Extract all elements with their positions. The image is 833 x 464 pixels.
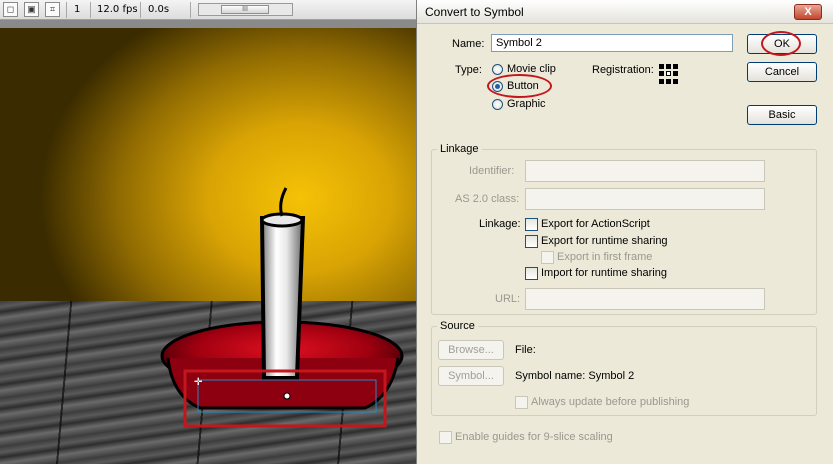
url-label: URL: (495, 293, 521, 305)
import-runtime-checkbox[interactable] (525, 267, 538, 280)
candle-artwork[interactable]: ✛ (0, 28, 416, 464)
graphic-label[interactable]: Graphic (507, 98, 546, 110)
timeline-toolbar: ◻ ▣ ⌗ 1 12.0 fps 0.0s III (0, 0, 416, 20)
export-runtime-checkbox[interactable] (525, 235, 538, 248)
edit-scene-icon[interactable]: ◻ (3, 2, 18, 17)
nine-slice-label: Enable guides for 9-slice scaling (455, 431, 613, 443)
export-first-frame-checkbox (541, 251, 554, 264)
reg-point[interactable] (666, 64, 671, 69)
timeline-strip (0, 20, 416, 28)
reg-point[interactable] (673, 71, 678, 77)
movie-clip-radio[interactable] (492, 64, 503, 75)
identifier-label: Identifier: (469, 165, 515, 177)
always-update-checkbox (515, 396, 528, 409)
dialog-titlebar[interactable]: Convert to Symbol X (417, 0, 833, 24)
as-class-field (525, 188, 765, 210)
identifier-field (525, 160, 765, 182)
convert-to-symbol-dialog: Convert to Symbol X Name: Symbol 2 Type:… (416, 0, 833, 464)
export-first-frame-label: Export in first frame (557, 251, 653, 263)
linkage-title: Linkage (437, 143, 482, 155)
annotation-circle-ok (761, 31, 801, 56)
file-label: File: (515, 344, 536, 356)
frame-rate: 12.0 fps (97, 4, 138, 15)
export-runtime-label[interactable]: Export for runtime sharing (541, 235, 668, 247)
timeline-scrollbar[interactable]: III (198, 3, 293, 16)
symbol-name-input[interactable]: Symbol 2 (491, 34, 733, 52)
edit-symbols-icon[interactable]: ▣ (24, 2, 39, 17)
export-actionscript-checkbox[interactable] (525, 218, 538, 231)
reg-point[interactable] (673, 64, 678, 69)
export-actionscript-label[interactable]: Export for ActionScript (541, 218, 650, 230)
reg-point[interactable] (659, 64, 664, 69)
always-update-label: Always update before publishing (531, 396, 690, 408)
reg-point[interactable] (659, 78, 664, 84)
registration-label: Registration: (592, 64, 654, 76)
nine-slice-checkbox (439, 431, 452, 444)
reg-point[interactable] (673, 78, 678, 84)
basic-button[interactable]: Basic (747, 105, 817, 125)
toolbar-divider (90, 2, 91, 18)
stage-canvas[interactable]: ✛ (0, 28, 416, 464)
source-title: Source (437, 320, 478, 332)
symbol-button: Symbol... (438, 366, 504, 386)
annotation-circle-button (487, 74, 552, 98)
close-button[interactable]: X (794, 4, 822, 20)
candle-body (259, 216, 306, 380)
registration-cross-icon: ✛ (194, 377, 203, 388)
toolbar-divider (66, 2, 67, 18)
reg-point[interactable] (666, 71, 671, 77)
toolbar-divider (190, 2, 191, 18)
linkage-label: Linkage: (479, 218, 521, 230)
fit-icon[interactable]: ⌗ (45, 2, 60, 17)
transform-point[interactable] (283, 392, 291, 400)
as-class-label: AS 2.0 class: (455, 193, 520, 205)
reg-point[interactable] (666, 78, 671, 84)
reg-point[interactable] (659, 71, 664, 77)
import-runtime-label[interactable]: Import for runtime sharing (541, 267, 667, 279)
url-field (525, 288, 765, 310)
candle-wick (279, 187, 288, 217)
graphic-radio[interactable] (492, 99, 503, 110)
name-label: Name: (452, 38, 485, 50)
symbol-name-text: Symbol name: Symbol 2 (515, 370, 635, 382)
current-frame: 1 (74, 4, 81, 15)
type-label: Type: (455, 64, 482, 76)
registration-grid-icon[interactable] (659, 64, 679, 84)
cancel-button[interactable]: Cancel (747, 62, 817, 82)
browse-button: Browse... (438, 340, 504, 360)
scrollbar-thumb[interactable]: III (221, 5, 269, 14)
toolbar-divider (140, 2, 141, 18)
elapsed-time: 0.0s (148, 4, 170, 15)
dialog-title: Convert to Symbol (425, 5, 524, 19)
